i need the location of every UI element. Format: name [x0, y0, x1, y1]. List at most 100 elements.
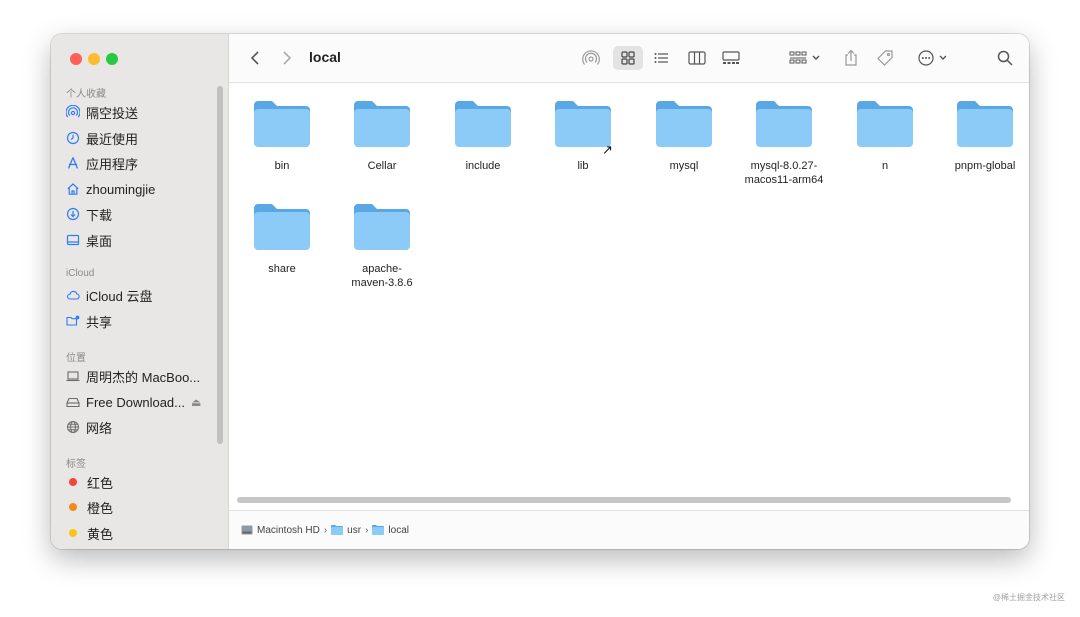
red-tag-dot — [69, 478, 77, 486]
path-segment-disk[interactable]: Macintosh HD — [241, 525, 320, 536]
sidebar-item-label: 网络 — [86, 420, 113, 436]
sidebar-item-label: Free Download... — [86, 394, 185, 410]
cloud-icon — [66, 288, 80, 302]
sidebar-section-icloud: iCloud — [66, 268, 95, 279]
sidebar-item-shared[interactable]: 共享 — [66, 310, 112, 332]
shared-folder-icon — [66, 314, 80, 328]
folder-item[interactable]: Cellar — [329, 101, 435, 173]
tags-button[interactable] — [873, 46, 897, 70]
close-window-button[interactable] — [70, 53, 82, 65]
folder-icon — [455, 101, 511, 147]
folder-item[interactable]: n — [832, 101, 938, 173]
sidebar-item-label: 红色 — [87, 475, 114, 491]
sidebar-tag-yellow[interactable]: 黄色 — [66, 522, 113, 544]
list-view-button[interactable] — [649, 46, 673, 70]
back-button[interactable] — [245, 46, 265, 70]
sidebar-tag-orange[interactable]: 橙色 — [66, 496, 113, 518]
column-view-icon — [688, 51, 706, 65]
orange-tag-dot — [69, 503, 77, 511]
sidebar-tag-red[interactable]: 红色 — [66, 471, 113, 493]
sidebar-item-label: 桌面 — [86, 233, 113, 249]
network-icon — [66, 420, 80, 434]
mouse-cursor-icon: ↗ — [602, 142, 613, 157]
folder-name-line: apache- — [362, 263, 402, 275]
folder-item[interactable]: mysql — [631, 101, 737, 173]
folder-name: pnpm-global — [954, 160, 1016, 172]
folder-name: mysql-8.0.27- macos11-arm64 — [731, 159, 837, 187]
airdrop-icon — [582, 50, 600, 65]
airdrop-toolbar-button[interactable] — [579, 46, 603, 70]
folder-item[interactable]: mysql-8.0.27- macos11-arm64 — [731, 101, 837, 187]
folder-icon — [354, 101, 410, 147]
sidebar-item-label: 隔空投送 — [86, 105, 139, 121]
path-separator: › — [323, 524, 328, 536]
column-view-button[interactable] — [685, 46, 709, 70]
folder-name: Cellar — [367, 160, 397, 172]
sidebar-item-downloads[interactable]: 下载 — [66, 203, 112, 225]
search-button[interactable] — [993, 46, 1017, 70]
sidebar-item-label: 下载 — [86, 207, 113, 223]
sidebar-item-recents[interactable]: 最近使用 — [66, 127, 138, 149]
sidebar-item-free-download[interactable]: Free Download... ⏏ — [66, 391, 201, 413]
sidebar-item-desktop[interactable]: 桌面 — [66, 229, 112, 251]
folder-item[interactable]: lib — [530, 101, 636, 173]
folder-icon — [254, 204, 310, 250]
path-segment-label: usr — [347, 524, 362, 536]
download-icon — [66, 207, 80, 221]
sidebar-scrollbar[interactable] — [217, 86, 223, 444]
eject-icon[interactable]: ⏏ — [191, 396, 201, 409]
zoom-window-button[interactable] — [106, 53, 118, 65]
sidebar-item-macbook[interactable]: 周明杰的 MacBoo... — [66, 365, 200, 387]
list-view-icon — [654, 53, 668, 63]
sidebar-item-network[interactable]: 网络 — [66, 416, 112, 438]
horizontal-scrollbar[interactable] — [237, 497, 1011, 503]
icon-view-button[interactable] — [613, 46, 643, 70]
clock-icon — [66, 131, 80, 145]
folder-name: include — [465, 160, 501, 172]
laptop-icon — [66, 369, 80, 383]
sidebar-item-icloud-drive[interactable]: iCloud 云盘 — [66, 284, 152, 306]
more-actions-button[interactable] — [913, 46, 951, 70]
path-segment-local[interactable]: local — [372, 525, 409, 536]
chevron-left-icon — [250, 51, 259, 65]
folder-item[interactable]: pnpm-global — [932, 101, 1029, 173]
folder-icon — [254, 101, 310, 147]
folder-icon — [656, 101, 712, 147]
folder-name: mysql — [669, 160, 699, 172]
folder-name: lib — [577, 160, 589, 172]
sidebar-item-airdrop[interactable]: 隔空投送 — [66, 101, 138, 123]
tag-icon — [877, 50, 893, 66]
folder-icon — [354, 204, 410, 250]
folder-icon — [756, 101, 812, 147]
search-icon — [997, 50, 1013, 66]
group-icon — [789, 51, 807, 64]
window-title: local — [309, 49, 341, 65]
sidebar-item-label: 周明杰的 MacBoo... — [86, 369, 201, 385]
airdrop-icon — [66, 105, 80, 119]
forward-button[interactable] — [277, 46, 297, 70]
sidebar-section-tags: 标签 — [66, 459, 86, 470]
path-segment-label: local — [388, 524, 409, 536]
sidebar-section-favorites: 个人收藏 — [66, 89, 106, 100]
folder-item[interactable]: share — [229, 204, 335, 276]
folder-item[interactable]: bin — [229, 101, 335, 173]
group-by-button[interactable] — [785, 46, 825, 70]
share-button[interactable] — [839, 46, 863, 70]
folder-name-line: macos11-arm64 — [744, 174, 824, 186]
sidebar-item-label: 共享 — [86, 314, 113, 330]
minimize-window-button[interactable] — [88, 53, 100, 65]
sidebar-item-applications[interactable]: 应用程序 — [66, 152, 138, 174]
finder-window: 个人收藏 隔空投送 最近使用 应用程序 zhoumingjie 下载 桌面 iC… — [51, 34, 1029, 549]
chevron-down-icon — [812, 55, 820, 60]
chevron-down-icon — [939, 55, 946, 60]
sidebar-item-home[interactable]: zhoumingjie — [66, 178, 155, 200]
share-icon — [845, 49, 857, 66]
drive-icon — [66, 395, 80, 409]
path-segment-label: Macintosh HD — [257, 524, 320, 536]
folder-item[interactable]: apache- maven-3.8.6 — [329, 204, 435, 290]
chevron-right-icon — [283, 51, 292, 65]
folder-item[interactable]: include — [430, 101, 536, 173]
applications-icon — [66, 156, 80, 170]
gallery-view-button[interactable] — [719, 46, 743, 70]
path-segment-usr[interactable]: usr — [331, 525, 361, 536]
